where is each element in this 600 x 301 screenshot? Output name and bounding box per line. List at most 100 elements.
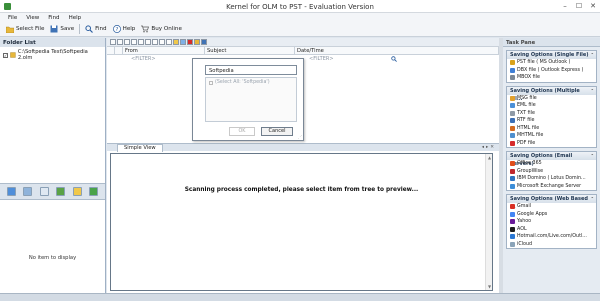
minimize-button[interactable]: – bbox=[558, 0, 572, 12]
contacts-view-icon[interactable] bbox=[23, 187, 33, 196]
calendar-view-icon[interactable] bbox=[56, 187, 66, 196]
save-option-label: EML file bbox=[517, 103, 536, 109]
save-option-label: Hotmail.com/Live.com/Outl... bbox=[517, 234, 587, 240]
save-option-item[interactable]: TXT file bbox=[507, 110, 596, 118]
grid-col-datetime[interactable]: Date/Time bbox=[295, 47, 499, 54]
preview-scrollbar[interactable]: ▲ ▼ bbox=[485, 154, 492, 290]
column-icon[interactable] bbox=[138, 39, 144, 45]
save-option-item[interactable]: RTF file bbox=[507, 117, 596, 125]
filter-search[interactable] bbox=[391, 55, 401, 63]
save-option-item[interactable]: PDF file bbox=[507, 140, 596, 148]
saving-options-group: Saving Options (Web Based ...⌃GmailGoogl… bbox=[506, 194, 597, 249]
save-option-item[interactable]: Microsoft Exchange Server bbox=[507, 183, 596, 191]
menu-view[interactable]: View bbox=[26, 15, 39, 21]
save-option-label: HTML file bbox=[517, 125, 540, 131]
collapse-icon[interactable]: ⌃ bbox=[591, 87, 594, 95]
export-msg-icon[interactable] bbox=[173, 39, 179, 45]
resize-grip-icon[interactable]: ⋰ bbox=[298, 134, 302, 139]
menu-find[interactable]: Find bbox=[48, 15, 59, 21]
export-html-icon[interactable] bbox=[180, 39, 186, 45]
buy-online-label: Buy Online bbox=[151, 26, 182, 32]
save-option-item[interactable]: Hotmail.com/Live.com/Outl... bbox=[507, 233, 596, 241]
column-toolbar bbox=[107, 38, 499, 47]
filter-datetime[interactable]: <FILTER> bbox=[295, 55, 391, 63]
help-button[interactable]: ? Help bbox=[110, 23, 139, 35]
column-icon[interactable] bbox=[145, 39, 151, 45]
filter-values-list: (Select All: 'Softpedia') bbox=[205, 77, 297, 122]
export-eml-icon[interactable] bbox=[194, 39, 200, 45]
file-icon bbox=[10, 52, 16, 58]
select-all-checkbox[interactable] bbox=[209, 80, 213, 85]
preview-tabbar: Simple View ◂▸✕ bbox=[107, 143, 499, 152]
filter-spacer bbox=[107, 55, 123, 63]
filter-text-input[interactable]: Softpedia bbox=[205, 65, 297, 75]
tree-checkbox[interactable]: ✓ bbox=[3, 52, 8, 58]
column-icon[interactable] bbox=[159, 39, 165, 45]
save-option-item[interactable]: Yahoo bbox=[507, 218, 596, 226]
tab-simple-view[interactable]: Simple View bbox=[117, 144, 163, 152]
menu-file[interactable]: File bbox=[8, 15, 17, 21]
find-label: Find bbox=[95, 26, 107, 32]
ok-button[interactable]: OK bbox=[229, 127, 255, 136]
journal-view-icon[interactable] bbox=[89, 187, 99, 196]
select-all-option[interactable]: (Select All: 'Softpedia') bbox=[206, 78, 296, 87]
format-icon bbox=[510, 241, 515, 247]
menu-help[interactable]: Help bbox=[69, 15, 82, 21]
cart-icon bbox=[141, 25, 150, 33]
group-header[interactable]: Saving Options (Email Servers) ⌃ bbox=[507, 152, 596, 167]
collapse-icon[interactable]: ⌃ bbox=[591, 51, 594, 59]
folder-view-toolbar bbox=[0, 183, 105, 200]
save-option-item[interactable]: Google Apps bbox=[507, 211, 596, 219]
save-button[interactable]: Save bbox=[47, 23, 77, 35]
attachment-icon[interactable] bbox=[117, 39, 123, 45]
grid-col-subject[interactable]: Subject bbox=[205, 47, 295, 54]
search-icon bbox=[391, 56, 397, 62]
group-header[interactable]: Saving Options (Multiple Fil... ⌃ bbox=[507, 86, 596, 102]
save-option-item[interactable]: PST file ( MS Outlook ) bbox=[507, 59, 596, 67]
tab-controls[interactable]: ◂▸✕ bbox=[482, 145, 496, 150]
save-option-item[interactable]: IBM Domino ( Lotus Domin... bbox=[507, 175, 596, 183]
help-label: Help bbox=[122, 26, 136, 32]
column-icon[interactable] bbox=[166, 39, 172, 45]
column-icon[interactable] bbox=[152, 39, 158, 45]
group-header[interactable]: Saving Options (Web Based ...⌃ bbox=[507, 195, 596, 210]
save-option-label: IBM Domino ( Lotus Domin... bbox=[517, 176, 586, 182]
saving-options-group: Saving Options (Multiple Fil... ⌃ MSG file… bbox=[506, 85, 597, 148]
tasks-view-icon[interactable] bbox=[39, 187, 49, 196]
save-option-item[interactable]: DBX file ( Outlook Express ) bbox=[507, 67, 596, 75]
notes-view-icon[interactable] bbox=[72, 187, 82, 196]
export-pdf-icon[interactable] bbox=[187, 39, 193, 45]
close-button[interactable]: ✕ bbox=[586, 0, 600, 12]
save-option-item[interactable]: iCloud bbox=[507, 241, 596, 249]
mail-view-icon[interactable] bbox=[6, 187, 16, 196]
group-title: Saving Options (Multiple Fil... bbox=[510, 87, 580, 102]
scroll-up-icon[interactable]: ▲ bbox=[486, 154, 493, 161]
grid-col-from[interactable]: From bbox=[123, 47, 205, 54]
column-icon[interactable] bbox=[124, 39, 130, 45]
buy-online-button[interactable]: Buy Online bbox=[138, 23, 185, 35]
collapse-icon[interactable]: ⌃ bbox=[591, 195, 594, 203]
column-icon[interactable] bbox=[131, 39, 137, 45]
find-button[interactable]: Find bbox=[82, 23, 109, 35]
save-option-label: Microsoft Exchange Server bbox=[517, 183, 582, 189]
save-option-item[interactable]: Gmail bbox=[507, 203, 596, 211]
save-option-label: Google Apps bbox=[517, 211, 548, 217]
group-header[interactable]: Saving Options (Single File) ⌃ bbox=[507, 51, 596, 59]
select-file-button[interactable]: Select File bbox=[3, 23, 47, 35]
save-option-item[interactable]: HTML file bbox=[507, 125, 596, 133]
maximize-button[interactable]: ☐ bbox=[572, 0, 586, 12]
cancel-button[interactable]: Cancel bbox=[261, 127, 293, 136]
window-title: Kernel for OLM to PST - Evaluation Versi… bbox=[226, 3, 374, 11]
format-icon bbox=[510, 118, 515, 124]
save-option-item[interactable]: MHTML file bbox=[507, 132, 596, 140]
save-option-label: TXT file bbox=[517, 110, 535, 116]
collapse-icon[interactable]: ⌃ bbox=[591, 152, 594, 160]
export-rtf-icon[interactable] bbox=[201, 39, 207, 45]
save-option-item[interactable]: AOL bbox=[507, 226, 596, 234]
save-option-item[interactable]: EML file bbox=[507, 102, 596, 110]
sort-icon[interactable] bbox=[110, 39, 116, 45]
save-option-item[interactable]: GroupWise bbox=[507, 168, 596, 176]
tree-item-olm-file[interactable]: ✓ C:\Softpedia Test\Softpedia 2.olm bbox=[0, 47, 105, 63]
save-option-item[interactable]: MBOX file bbox=[507, 74, 596, 82]
scroll-down-icon[interactable]: ▼ bbox=[486, 283, 493, 290]
